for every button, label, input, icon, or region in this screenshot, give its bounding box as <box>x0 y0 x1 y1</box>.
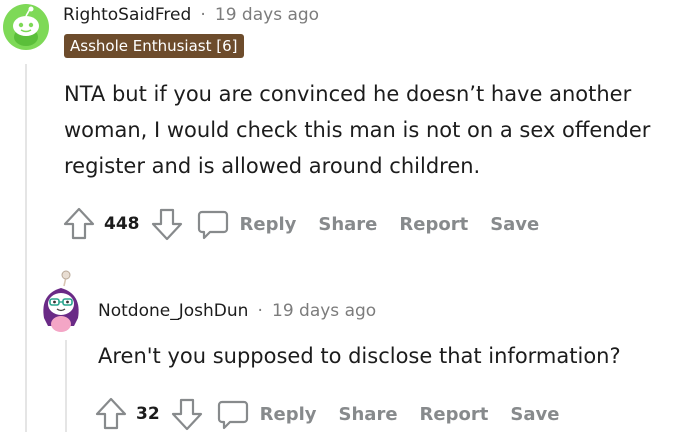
reply-label: Reply <box>259 403 317 425</box>
comment-line: Aren't you supposed to disclose that inf… <box>98 344 621 368</box>
user-flair: Asshole Enthusiast [6] <box>64 34 244 58</box>
save-button[interactable]: Save <box>510 404 559 425</box>
timestamp[interactable]: 19 days ago <box>215 5 319 25</box>
share-button[interactable]: Share <box>318 214 377 235</box>
downvote-icon[interactable] <box>170 396 204 432</box>
thread-line-child[interactable] <box>65 340 67 432</box>
thread-line-parent[interactable] <box>25 64 27 432</box>
comment-body: Aren't you supposed to disclose that inf… <box>98 338 621 374</box>
avatar[interactable] <box>3 4 49 50</box>
comment-header: RightoSaidFred · 19 days ago <box>63 3 319 27</box>
comment-bubble-icon <box>217 400 248 430</box>
vote-score: 32 <box>136 404 160 424</box>
comment-line: NTA but if you are convinced he doesn’t … <box>64 82 632 106</box>
comment-body: NTA but if you are convinced he doesn’t … <box>64 76 650 184</box>
comment-actions: 32 Reply Share Report Save <box>94 396 559 432</box>
downvote-icon[interactable] <box>150 206 184 242</box>
comment-line: register and is allowed around children. <box>64 154 481 178</box>
share-button[interactable]: Share <box>339 404 398 425</box>
reply-button[interactable]: Reply <box>216 397 317 431</box>
vote-score: 448 <box>104 214 140 234</box>
reply-label: Reply <box>239 213 297 235</box>
comment-bubble-icon <box>197 210 228 240</box>
upvote-icon[interactable] <box>62 206 96 242</box>
report-button[interactable]: Report <box>420 404 489 425</box>
comment-header: Notdone_JoshDun · 19 days ago <box>98 299 376 323</box>
upvote-icon[interactable] <box>94 396 128 432</box>
separator: · <box>257 301 263 321</box>
reply-button[interactable]: Reply <box>196 207 297 241</box>
comment-actions: 448 Reply Share Report Save <box>62 206 539 242</box>
avatar[interactable] <box>38 268 84 334</box>
snoo-avatar-icon <box>3 4 49 50</box>
username[interactable]: Notdone_JoshDun <box>98 301 248 321</box>
comment-line: woman, I would check this man is not on … <box>64 118 651 142</box>
timestamp[interactable]: 19 days ago <box>272 301 376 321</box>
username[interactable]: RightoSaidFred <box>63 5 191 25</box>
separator: · <box>200 5 206 25</box>
snoo-avatar-purple-hair-icon <box>43 270 79 332</box>
save-button[interactable]: Save <box>490 214 539 235</box>
report-button[interactable]: Report <box>399 214 468 235</box>
